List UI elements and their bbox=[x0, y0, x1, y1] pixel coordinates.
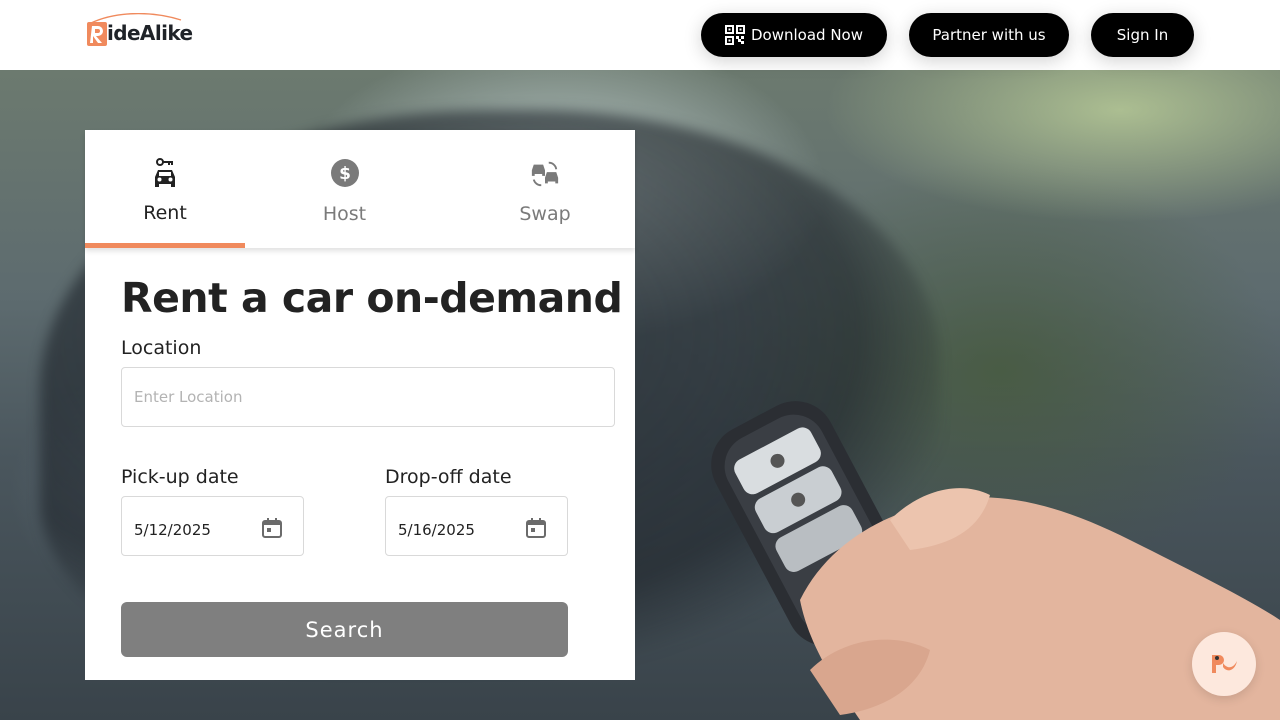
location-input[interactable] bbox=[121, 367, 615, 427]
top-header: ideAlike Download Now Partner with us Si… bbox=[0, 0, 1280, 70]
pickup-date-value: 5/12/2025 bbox=[134, 521, 211, 539]
location-label: Location bbox=[121, 337, 202, 359]
search-button[interactable]: Search bbox=[121, 602, 568, 657]
chat-assistant-icon bbox=[1212, 655, 1237, 673]
tab-swap-label: Swap bbox=[519, 203, 571, 225]
qr-code-icon bbox=[725, 25, 745, 45]
chat-widget-button[interactable] bbox=[1192, 632, 1256, 696]
tab-rent[interactable]: Rent bbox=[85, 130, 245, 248]
logo-text: ideAlike bbox=[107, 21, 193, 45]
sign-in-label: Sign In bbox=[1116, 26, 1169, 44]
download-now-button[interactable]: Download Now bbox=[701, 13, 887, 57]
rent-search-card: Rent $ Host Swap Rent a car on-demand Lo… bbox=[85, 130, 635, 680]
tab-swap[interactable]: Swap bbox=[475, 130, 615, 248]
page-title: Rent a car on-demand bbox=[121, 274, 623, 322]
mode-tabs: Rent $ Host Swap bbox=[85, 130, 635, 248]
sign-in-button[interactable]: Sign In bbox=[1091, 13, 1194, 57]
dropoff-date-value: 5/16/2025 bbox=[398, 521, 475, 539]
dollar-coin-icon: $ bbox=[330, 158, 360, 190]
download-now-label: Download Now bbox=[751, 26, 863, 44]
tab-host[interactable]: $ Host bbox=[267, 130, 422, 248]
tab-rent-label: Rent bbox=[143, 202, 187, 224]
calendar-icon[interactable] bbox=[526, 518, 546, 538]
calendar-icon[interactable] bbox=[262, 518, 282, 538]
car-key-icon bbox=[150, 158, 180, 190]
partner-with-us-label: Partner with us bbox=[932, 26, 1046, 44]
pickup-date-field[interactable]: 5/12/2025 bbox=[121, 496, 304, 556]
svg-text:$: $ bbox=[339, 164, 351, 184]
dropoff-date-field[interactable]: 5/16/2025 bbox=[385, 496, 568, 556]
ridealike-logo[interactable]: ideAlike bbox=[87, 13, 193, 49]
logo-r-mark bbox=[87, 22, 107, 46]
active-tab-indicator bbox=[85, 243, 245, 248]
car-swap-icon bbox=[530, 158, 560, 190]
dropoff-date-label: Drop-off date bbox=[385, 466, 512, 488]
pickup-date-label: Pick-up date bbox=[121, 466, 239, 488]
partner-with-us-button[interactable]: Partner with us bbox=[909, 13, 1069, 57]
tab-host-label: Host bbox=[322, 203, 367, 225]
